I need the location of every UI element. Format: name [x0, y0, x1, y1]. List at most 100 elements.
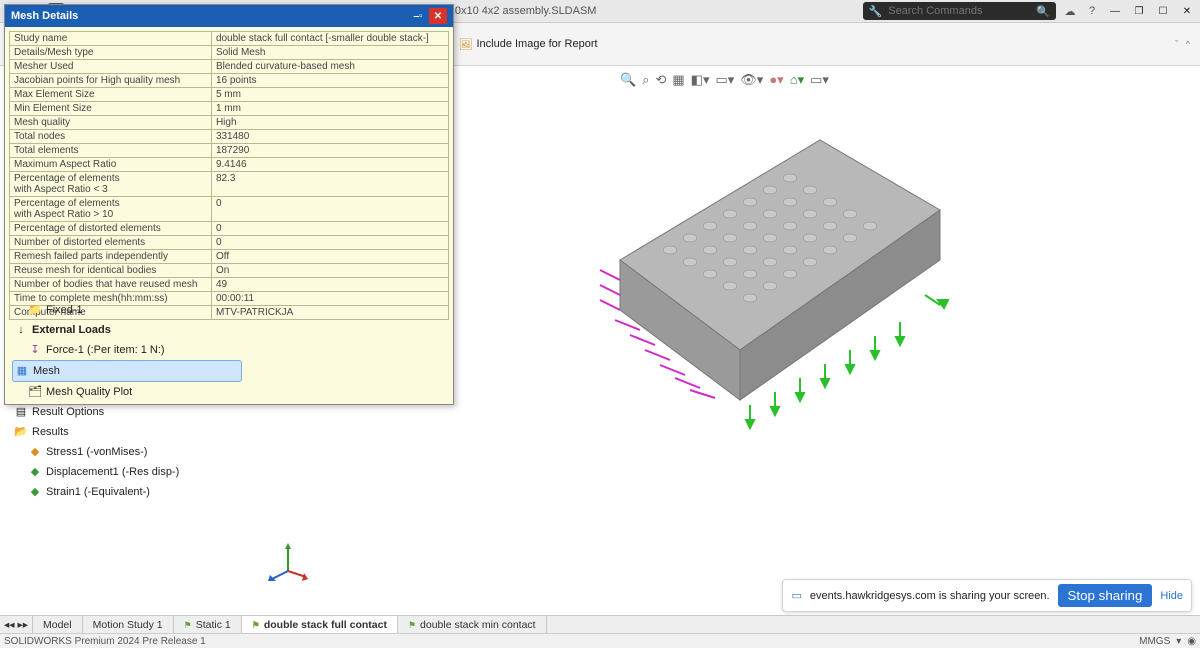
tree-item[interactable]: ◆Displacement1 (-Res disp-): [26, 462, 242, 482]
help-cloud-icon[interactable]: ☁: [1062, 3, 1078, 19]
previous-view-icon[interactable]: ⟲: [655, 72, 666, 88]
help-icon[interactable]: ?: [1084, 3, 1100, 19]
heads-up-view-toolbar: 🔍 ⌕ ⟲ ▦ ◧▾ ▭▾ 👁▾ ●▾ ⌂▾ ▭▾: [620, 72, 829, 88]
tree-item[interactable]: ↧ Force-1 (:Per item: 1 N:): [26, 340, 242, 360]
tree-item[interactable]: 📂Results: [12, 422, 242, 442]
orientation-triad[interactable]: [268, 541, 308, 586]
search-icon: 🔧: [869, 5, 883, 18]
include-image-icon: 🖼: [459, 38, 473, 51]
simulation-tree: 📁Fixed-1↓External Loads ↧ Force-1 (:Per it…: [12, 300, 242, 502]
mesh-dialog-titlebar[interactable]: Mesh Details –▫ ✕: [5, 5, 453, 27]
display-style-icon[interactable]: ▭▾: [715, 72, 734, 88]
graphics-area-model[interactable]: [560, 120, 960, 443]
window-minimize[interactable]: —: [1106, 4, 1124, 18]
tree-item-icon: ↧: [28, 343, 42, 357]
tree-item[interactable]: ◆Strain1 (-Equivalent-): [26, 482, 242, 502]
mesh-detail-key: Max Element Size: [10, 88, 212, 102]
mesh-detail-row: Total nodes331480: [10, 130, 449, 144]
config-tab-label: double stack min contact: [420, 619, 536, 631]
search-magnifier-icon: 🔍: [1036, 5, 1050, 18]
mesh-detail-row: Study namedouble stack full contact [-sm…: [10, 32, 449, 46]
command-search[interactable]: 🔧 🔍: [863, 2, 1056, 20]
tree-item-icon: ▦: [15, 364, 29, 378]
window-restore[interactable]: ❐: [1130, 4, 1148, 18]
hide-banner-link[interactable]: Hide: [1160, 590, 1183, 602]
tree-item[interactable]: ▤ Result Options: [12, 402, 242, 422]
tree-item-icon: ▤: [14, 405, 28, 419]
mesh-detail-value: MTV-PATRICKJA: [211, 306, 448, 320]
tree-item-label: Strain1 (-Equivalent-): [46, 483, 150, 501]
tree-item-label: Result Options: [32, 403, 104, 421]
tree-item-label: External Loads: [32, 321, 111, 339]
config-tab[interactable]: ⚑ double stack full contact: [242, 616, 398, 634]
mesh-detail-row: Mesh qualityHigh: [10, 116, 449, 130]
mesh-detail-key: Total nodes: [10, 130, 212, 144]
mesh-detail-key: Total elements: [10, 144, 212, 158]
tree-item[interactable]: ◆Stress1 (-vonMises-): [26, 442, 242, 462]
config-tab-label: Motion Study 1: [93, 619, 163, 631]
zoom-fit-icon[interactable]: 🔍: [620, 72, 636, 88]
config-tab-label: double stack full contact: [264, 619, 387, 631]
pin-icon: ⚑: [252, 620, 260, 631]
dialog-close-button[interactable]: ✕: [429, 8, 447, 24]
mesh-detail-value: 49: [211, 278, 448, 292]
stop-sharing-button[interactable]: Stop sharing: [1058, 584, 1153, 607]
config-tab[interactable]: ⚑ double stack min contact: [398, 616, 547, 634]
tree-item-label: Force-1 (:Per item: 1 N:): [46, 341, 165, 359]
command-search-input[interactable]: [886, 4, 1032, 18]
mesh-detail-key: Mesh quality: [10, 116, 212, 130]
mesh-detail-value: 187290: [211, 144, 448, 158]
view-orientation-icon[interactable]: ◧▾: [691, 72, 710, 88]
mesh-detail-key: Study name: [10, 32, 212, 46]
mesh-detail-key: Maximum Aspect Ratio: [10, 158, 212, 172]
mesh-detail-row: Max Element Size5 mm: [10, 88, 449, 102]
mesh-detail-key: Percentage of elements with Aspect Ratio…: [10, 197, 212, 222]
config-tab-label: Static 1: [196, 619, 231, 631]
mesh-detail-key: Details/Mesh type: [10, 46, 212, 60]
tab-nav-left[interactable]: ◂◂ ▸▸: [0, 616, 33, 634]
statusbar-extra-icon[interactable]: ◉: [1187, 636, 1196, 647]
tree-item[interactable]: 📁Fixed-1: [26, 300, 242, 320]
mesh-detail-row: Mesher UsedBlended curvature-based mesh: [10, 60, 449, 74]
mesh-detail-value: 331480: [211, 130, 448, 144]
mesh-detail-value: Off: [211, 250, 448, 264]
config-tab[interactable]: ⚑Static 1: [174, 616, 242, 634]
section-view-icon[interactable]: ▦: [672, 72, 684, 88]
window-close[interactable]: ✕: [1178, 4, 1196, 18]
tree-item-label: Fixed-1: [46, 301, 83, 319]
mesh-detail-row: Percentage of distorted elements0: [10, 222, 449, 236]
include-image-button[interactable]: 🖼 Include Image for Report: [459, 38, 598, 51]
zoom-area-icon[interactable]: ⌕: [642, 72, 649, 88]
mesh-detail-value: On: [211, 264, 448, 278]
mesh-detail-row: Percentage of elements with Aspect Ratio…: [10, 172, 449, 197]
statusbar-dropdown-icon[interactable]: ▾: [1176, 636, 1181, 647]
pin-icon: ⚑: [408, 620, 416, 631]
mesh-detail-key: Percentage of elements with Aspect Ratio…: [10, 172, 212, 197]
ribbon-collapse[interactable]: ˇ ^: [1175, 39, 1190, 49]
tree-item[interactable]: 🗂Mesh Quality Plot: [26, 382, 242, 402]
tree-item[interactable]: ↓External Loads: [12, 320, 242, 340]
mesh-detail-value: 0: [211, 197, 448, 222]
view-settings-icon[interactable]: ▭▾: [810, 72, 829, 88]
hide-show-icon[interactable]: 👁▾: [740, 72, 763, 88]
mesh-detail-value: 9.4146: [211, 158, 448, 172]
tree-item-icon: ◆: [28, 465, 42, 479]
dialog-pin-icon[interactable]: –▫: [409, 8, 427, 24]
mesh-detail-row: Total elements187290: [10, 144, 449, 158]
scene-icon[interactable]: ⌂▾: [790, 72, 804, 88]
mesh-detail-row: Reuse mesh for identical bodiesOn: [10, 264, 449, 278]
appearance-icon[interactable]: ●▾: [769, 72, 783, 88]
tree-item-label: Mesh Quality Plot: [46, 383, 132, 401]
window-maximize[interactable]: ☐: [1154, 4, 1172, 18]
share-indicator-icon: ▭: [791, 589, 801, 602]
tree-item[interactable]: ▦Mesh: [12, 360, 242, 382]
tree-item-label: Stress1 (-vonMises-): [46, 443, 147, 461]
share-banner-text: events.hawkridgesys.com is sharing your …: [810, 590, 1050, 602]
statusbar-version: SOLIDWORKS Premium 2024 Pre Release 1: [4, 636, 206, 647]
mesh-detail-value: High: [211, 116, 448, 130]
mesh-detail-value: 00:00:11: [211, 292, 448, 306]
include-image-label: Include Image for Report: [476, 38, 597, 50]
config-tab[interactable]: Motion Study 1: [83, 616, 174, 634]
config-tab[interactable]: Model: [33, 616, 83, 634]
mesh-detail-row: Number of distorted elements0: [10, 236, 449, 250]
